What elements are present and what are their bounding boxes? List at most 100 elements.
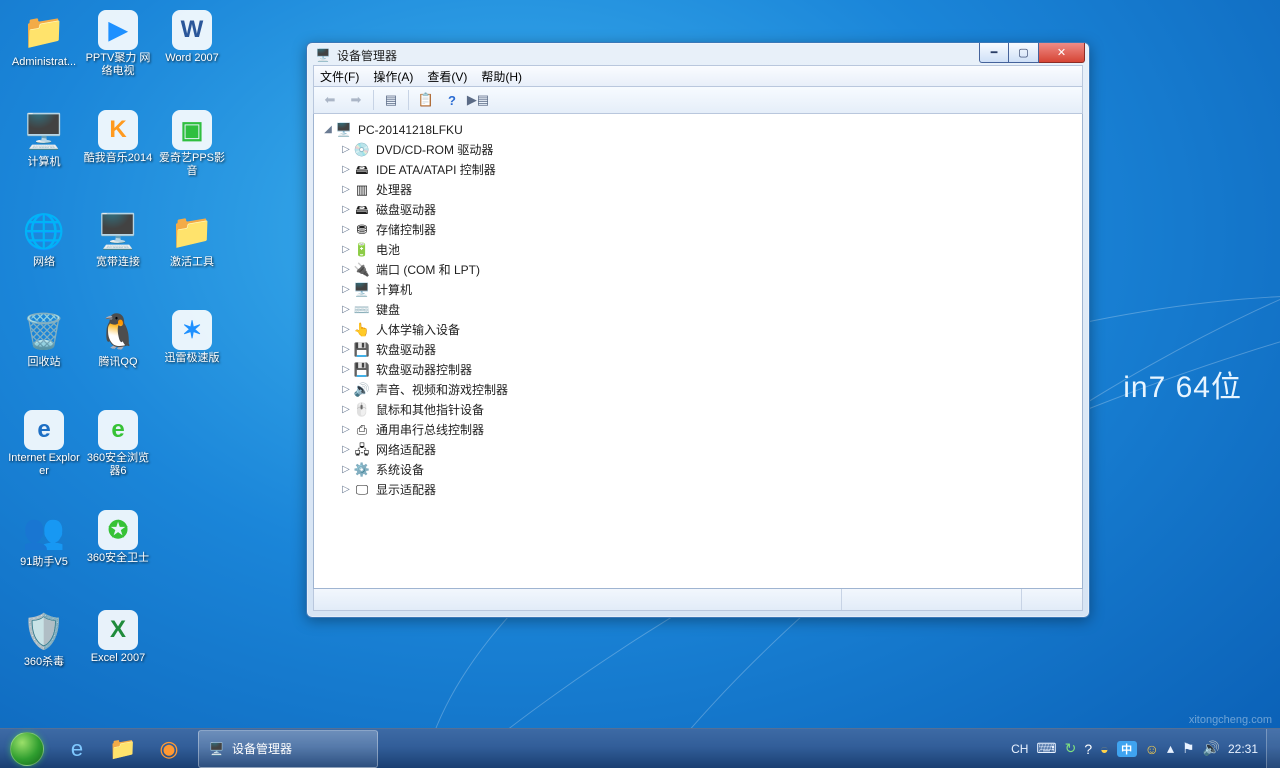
device-category-icon: 🖥️ <box>354 282 370 298</box>
collapse-icon[interactable]: ◢ <box>322 120 334 140</box>
back-button[interactable]: ⬅ <box>318 89 342 111</box>
tray-keyboard-icon[interactable]: ⌨ <box>1036 740 1056 757</box>
maximize-button[interactable]: ▢ <box>1009 43 1039 63</box>
help-button[interactable]: ? <box>440 89 464 111</box>
tree-node[interactable]: ▷⌨️键盘 <box>336 300 1078 320</box>
tree-node[interactable]: ▷🔌端口 (COM 和 LPT) <box>336 260 1078 280</box>
desktop-icon[interactable]: 👥91助手V5 <box>8 510 80 600</box>
desktop-icon[interactable]: 🌐网络 <box>8 210 80 300</box>
show-desktop-button[interactable] <box>1266 729 1280 768</box>
desktop-icon[interactable]: ✶迅雷极速版 <box>156 310 228 400</box>
menu-item[interactable]: 操作(A) <box>373 68 413 85</box>
tree-node[interactable]: ▷🖵显示适配器 <box>336 480 1078 500</box>
window-icon: 🖥️ <box>315 47 331 63</box>
device-category-icon: ⎙ <box>354 422 370 438</box>
forward-button[interactable]: ➡ <box>344 89 368 111</box>
expand-icon[interactable]: ▷ <box>340 300 352 320</box>
expand-icon[interactable]: ▷ <box>340 400 352 420</box>
expand-icon[interactable]: ▷ <box>340 420 352 440</box>
tree-node[interactable]: ▷🖴IDE ATA/ATAPI 控制器 <box>336 160 1078 180</box>
tray-clock[interactable]: 22:31 <box>1228 742 1258 756</box>
pinned-media-player[interactable]: ◉ <box>147 730 191 768</box>
properties-button[interactable]: 📋 <box>414 89 438 111</box>
expand-icon[interactable]: ▷ <box>340 200 352 220</box>
desktop-icon[interactable]: eInternet Explorer <box>8 410 80 500</box>
tray-sync-icon[interactable]: ↻ <box>1065 740 1077 757</box>
tray-ime-badge[interactable]: 中 <box>1117 741 1137 757</box>
desktop-icon[interactable]: 🛡️360杀毒 <box>8 610 80 700</box>
tray-shield-icon[interactable]: ◒ <box>1100 741 1108 757</box>
expand-icon[interactable]: ▷ <box>340 460 352 480</box>
tree-node[interactable]: ▷💾软盘驱动器控制器 <box>336 360 1078 380</box>
desktop-icon[interactable]: 🖥️宽带连接 <box>82 210 154 300</box>
desktop-icon[interactable]: ▶PPTV聚力 网络电视 <box>82 10 154 100</box>
tree-root[interactable]: ◢ 🖥️ PC-20141218LFKU <box>318 120 1078 140</box>
expand-icon[interactable]: ▷ <box>340 260 352 280</box>
menu-item[interactable]: 文件(F) <box>320 68 359 85</box>
desktop-icon-label: 激活工具 <box>170 256 214 269</box>
tray-flag-icon[interactable]: ⚑ <box>1182 740 1195 757</box>
tree-node[interactable]: ▷🖧网络适配器 <box>336 440 1078 460</box>
minimize-button[interactable]: ━ <box>979 43 1009 63</box>
tray-language[interactable]: CH <box>1011 742 1028 756</box>
tray-expand-icon[interactable]: ▴ <box>1167 740 1174 757</box>
expand-icon[interactable]: ▷ <box>340 380 352 400</box>
task-device-manager[interactable]: 🖥️ 设备管理器 <box>198 730 378 768</box>
desktop-icon[interactable]: e360安全浏览器6 <box>82 410 154 500</box>
pinned-explorer[interactable]: 📁 <box>101 730 145 768</box>
desktop-icon[interactable]: 🗑️回收站 <box>8 310 80 400</box>
tree-node-label: 端口 (COM 和 LPT) <box>376 260 480 280</box>
expand-icon[interactable]: ▷ <box>340 320 352 340</box>
up-tree-button[interactable]: ▤ <box>379 89 403 111</box>
desktop-icon[interactable]: 📁激活工具 <box>156 210 228 300</box>
expand-icon[interactable]: ▷ <box>340 160 352 180</box>
tree-node[interactable]: ▷⛃存储控制器 <box>336 220 1078 240</box>
expand-icon[interactable]: ▷ <box>340 220 352 240</box>
menu-item[interactable]: 查看(V) <box>427 68 467 85</box>
window-titlebar[interactable]: 🖥️ 设备管理器 <box>313 49 1083 65</box>
expand-icon[interactable]: ▷ <box>340 360 352 380</box>
expand-icon[interactable]: ▷ <box>340 180 352 200</box>
close-button[interactable]: ✕ <box>1039 43 1085 63</box>
tree-node[interactable]: ▷🖱️鼠标和其他指针设备 <box>336 400 1078 420</box>
desktop-icon[interactable]: K酷我音乐2014 <box>82 110 154 200</box>
expand-icon[interactable]: ▷ <box>340 240 352 260</box>
expand-icon[interactable]: ▷ <box>340 140 352 160</box>
device-category-icon: 👆 <box>354 322 370 338</box>
device-category-icon: 🖴 <box>354 202 370 218</box>
tray-volume-icon[interactable]: 🔊 <box>1203 740 1220 757</box>
desktop-icon-glyph: 🌐 <box>22 210 66 254</box>
desktop-icon[interactable]: WWord 2007 <box>156 10 228 100</box>
tray-smiley-icon[interactable]: ☺ <box>1145 741 1159 757</box>
desktop-icon-label: 360安全浏览器6 <box>82 452 154 478</box>
tree-node[interactable]: ▷💾软盘驱动器 <box>336 340 1078 360</box>
tray-help-icon[interactable]: ? <box>1084 741 1092 757</box>
scan-hardware-button[interactable]: ▶▤ <box>466 89 490 111</box>
tree-node[interactable]: ▷💿DVD/CD-ROM 驱动器 <box>336 140 1078 160</box>
tree-view[interactable]: ◢ 🖥️ PC-20141218LFKU ▷💿DVD/CD-ROM 驱动器▷🖴I… <box>313 114 1083 589</box>
desktop-icon[interactable]: 🐧腾讯QQ <box>82 310 154 400</box>
tree-node[interactable]: ▷👆 人体学输入设备 <box>336 320 1078 340</box>
expand-icon[interactable]: ▷ <box>340 480 352 500</box>
tree-node[interactable]: ▷🔊声音、视频和游戏控制器 <box>336 380 1078 400</box>
tree-node-label: 通用串行总线控制器 <box>376 420 484 440</box>
task-icon: 🖥️ <box>209 742 224 756</box>
tree-node[interactable]: ▷🔋电池 <box>336 240 1078 260</box>
expand-icon[interactable]: ▷ <box>340 440 352 460</box>
tree-node[interactable]: ▷🖥️计算机 <box>336 280 1078 300</box>
tree-node[interactable]: ▷⎙ 通用串行总线控制器 <box>336 420 1078 440</box>
tree-node[interactable]: ▷⚙️系统设备 <box>336 460 1078 480</box>
menu-item[interactable]: 帮助(H) <box>481 68 522 85</box>
desktop-icon[interactable]: 📁Administrat... <box>8 10 80 100</box>
desktop-icon[interactable]: 🖥️计算机 <box>8 110 80 200</box>
expand-icon[interactable]: ▷ <box>340 280 352 300</box>
expand-icon[interactable]: ▷ <box>340 340 352 360</box>
tree-node[interactable]: ▷▥处理器 <box>336 180 1078 200</box>
start-button[interactable] <box>0 729 54 768</box>
pinned-ie[interactable]: e <box>55 730 99 768</box>
desktop-icon[interactable]: ▣爱奇艺PPS影音 <box>156 110 228 200</box>
tree-node[interactable]: ▷🖴磁盘驱动器 <box>336 200 1078 220</box>
desktop-icon[interactable]: ✪360安全卫士 <box>82 510 154 600</box>
tree-node-label: 人体学输入设备 <box>376 320 460 340</box>
desktop-icon[interactable]: XExcel 2007 <box>82 610 154 700</box>
